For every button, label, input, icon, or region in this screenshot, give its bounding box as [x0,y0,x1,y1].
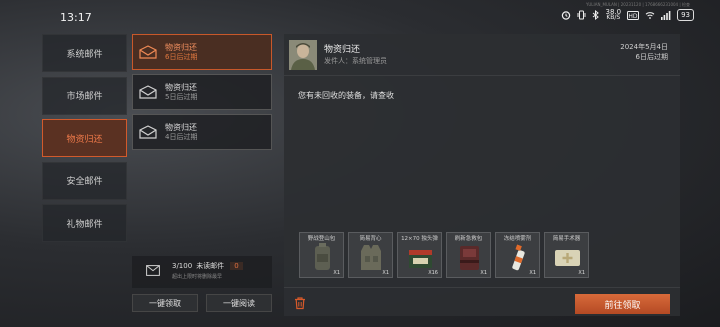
attachment-item[interactable]: 刷新急救包 X1 [446,232,491,278]
vibrate-icon [577,10,586,20]
signal-icon [661,10,671,20]
mail-item[interactable]: 物资归还 5日后过期 [132,74,272,110]
item-name: 简易背心 [359,236,382,242]
trash-icon[interactable] [293,296,307,310]
mail-item[interactable]: 物资归还 4日后过期 [132,114,272,150]
item-qty: X1 [578,270,585,276]
item-name: 野战登山包 [307,236,336,242]
detail-title: 物资归还 [324,45,361,55]
backpack-icon [315,243,330,270]
bluetooth-icon [593,10,600,20]
detail-footer: 前往领取 [284,287,680,316]
wifi-icon [645,11,655,19]
mail-expiry: 6日后过期 [165,52,198,61]
category-gift[interactable]: 礼物邮件 [42,204,127,242]
detail-date: 2024年5月4日 [620,43,668,51]
network-speed: 38.0 KB/S [605,8,622,21]
read-all-button[interactable]: 一键阅读 [206,294,272,312]
spray-icon [512,244,525,271]
mail-title: 物资归还 [165,122,197,132]
status-bar: 13:17 YULIAN_MULAN | 20231120 | 17686662… [0,0,720,34]
attachment-item[interactable]: 简易手术器 X1 [544,232,589,278]
mail-expiry: 5日后过期 [165,92,198,101]
item-qty: X16 [428,270,438,276]
mail-expiry: 4日后过期 [165,132,198,141]
envelope-open-icon [139,85,157,99]
detail-sender: 发件人：系统管理员 [324,57,387,65]
category-security[interactable]: 安全邮件 [42,161,127,200]
surgery-kit-icon [555,250,580,266]
mail-title: 物资归还 [165,42,197,52]
item-qty: X1 [333,270,340,276]
detail-header: 物资归还 发件人：系统管理员 2024年5月4日 6日后过期 [284,34,680,76]
attachment-item[interactable]: 简易背心 X1 [348,232,393,278]
medkit-icon [460,246,479,270]
item-name: 刷新急救包 [454,236,483,242]
device-info: YULIAN_MULAN | 20231120 | 1768666231004 … [585,2,690,7]
attachment-item[interactable]: 12×70 独头弹 X16 [397,232,442,278]
envelope-icon [146,265,160,276]
category-supply-return[interactable]: 物资归还 [42,119,127,157]
battery-indicator: 93 [677,9,694,21]
hd-icon: HD [627,10,640,20]
status-icons: 38.0 KB/S HD 93 [561,9,694,21]
item-name: 12×70 独头弹 [401,236,438,242]
unread-count: 3/100 [172,262,193,270]
attachment-item[interactable]: 冻结喷雾剂 X1 [495,232,540,278]
vest-icon [361,245,381,270]
alarm-icon [562,11,571,20]
clock: 13:17 [60,11,92,24]
unread-label: 未读邮件 [196,262,225,270]
shell-box-icon [409,250,432,268]
limit-note: 超出上限时将删除最早 [172,274,223,280]
envelope-open-icon [139,125,157,139]
item-qty: X1 [480,270,487,276]
svg-text:HD: HD [629,13,639,20]
detail-body: 您有未回收的装备，请查收 [298,91,394,100]
mail-item[interactable]: 物资归还 6日后过期 [132,34,272,70]
category-market[interactable]: 市场邮件 [42,76,127,115]
envelope-open-icon [139,45,157,59]
detail-date-block: 2024年5月4日 6日后过期 [620,42,668,62]
claim-button[interactable]: 前往领取 [575,294,670,314]
mail-detail: 物资归还 发件人：系统管理员 2024年5月4日 6日后过期 您有未回收的装备，请… [284,34,680,316]
item-qty: X1 [529,270,536,276]
attachment-list: 野战登山包 X1 简易背心 X1 12×70 独头弹 X16 刷新急救包 X1 … [299,232,589,278]
category-system[interactable]: 系统邮件 [42,34,127,72]
item-name: 冻结喷雾剂 [503,236,532,242]
item-name: 简易手术器 [552,236,581,242]
attachment-item[interactable]: 野战登山包 X1 [299,232,344,278]
category-sidebar: 系统邮件 市场邮件 物资归还 安全邮件 礼物邮件 [42,34,127,247]
avatar [289,40,317,70]
unread-badge: 0 [230,262,243,270]
mail-title: 物资归还 [165,82,197,92]
mail-list: 物资归还 6日后过期 物资归还 5日后过期 物资归还 4日后过期 [132,34,272,154]
detail-expiry: 6日后过期 [635,53,668,61]
claim-all-button[interactable]: 一键领取 [132,294,198,312]
unread-counter: 3/100 未读邮件 0 超出上限时将删除最早 [132,256,272,288]
item-qty: X1 [382,270,389,276]
